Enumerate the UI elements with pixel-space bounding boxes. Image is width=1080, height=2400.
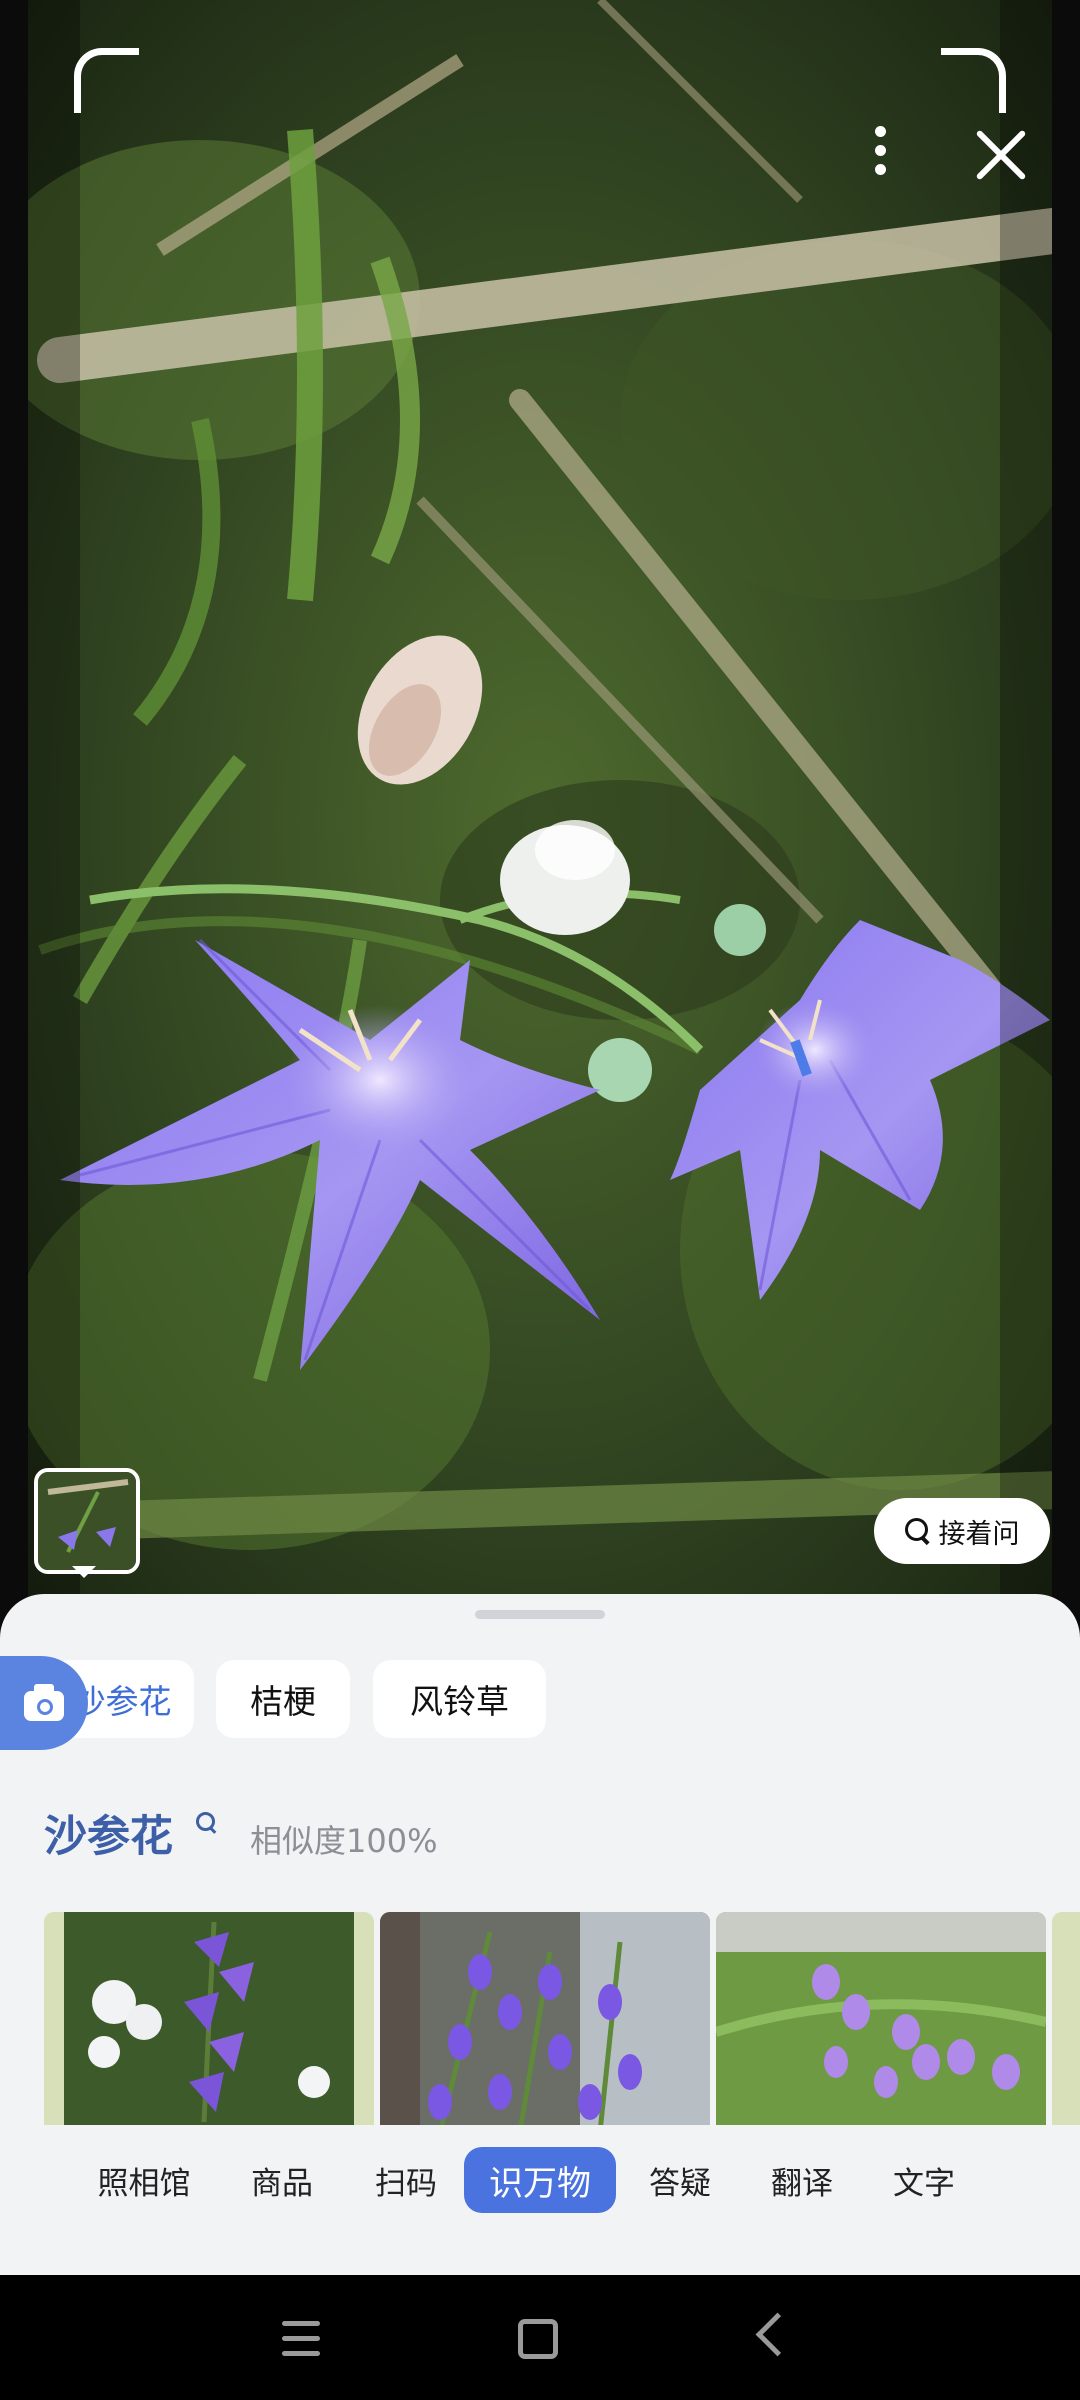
tab-qa[interactable]: 答疑 bbox=[634, 2147, 726, 2213]
tab-translate[interactable]: 翻译 bbox=[756, 2147, 848, 2213]
gallery-image-3 bbox=[716, 1912, 1046, 2125]
crop-corner-top-right[interactable] bbox=[941, 48, 1006, 113]
candidate-chip-label: 桔梗 bbox=[250, 1682, 316, 1721]
letterbox-right bbox=[1052, 0, 1080, 1640]
result-name[interactable]: 沙参花 bbox=[44, 1802, 173, 1864]
back-icon[interactable] bbox=[755, 2312, 800, 2357]
tab-label: 商品 bbox=[251, 2165, 313, 2202]
crop-corner-top-left[interactable] bbox=[74, 48, 139, 113]
tab-label: 文字 bbox=[893, 2165, 955, 2202]
gallery-image[interactable] bbox=[44, 1912, 374, 2125]
gallery-image-1 bbox=[44, 1912, 374, 2125]
gallery-image-partial[interactable] bbox=[1052, 1912, 1080, 2125]
search-icon bbox=[904, 1518, 931, 1544]
gallery-image-2 bbox=[380, 1912, 710, 2125]
tab-identify-everything[interactable]: 识万物 bbox=[464, 2147, 616, 2213]
tab-label: 识万物 bbox=[489, 2163, 591, 2204]
photo-thumbnail[interactable] bbox=[34, 1468, 140, 1574]
home-icon[interactable] bbox=[518, 2319, 558, 2359]
more-vertical-icon[interactable] bbox=[862, 126, 898, 186]
camera-icon bbox=[24, 1684, 64, 1721]
tab-label: 扫码 bbox=[375, 2165, 437, 2202]
close-icon[interactable] bbox=[974, 128, 1028, 182]
candidate-chips: 沙参花 桔梗 风铃草 bbox=[0, 1660, 1080, 1740]
focus-dim-right bbox=[1000, 0, 1052, 1640]
sheet-drag-handle[interactable] bbox=[475, 1610, 605, 1619]
tab-scan-code[interactable]: 扫码 bbox=[360, 2147, 452, 2213]
thumbnail-pointer bbox=[72, 1566, 96, 1578]
similarity-score: 相似度100% bbox=[250, 1822, 438, 1860]
ask-button-label: 接着问 bbox=[938, 1518, 1020, 1550]
focus-dim-left bbox=[28, 0, 80, 1640]
ask-follow-up-button[interactable]: 接着问 bbox=[874, 1498, 1050, 1564]
candidate-chip-fenglingcao[interactable]: 风铃草 bbox=[373, 1660, 546, 1738]
search-icon[interactable] bbox=[196, 1812, 218, 1834]
plant-photo bbox=[0, 0, 1080, 1640]
reference-gallery[interactable] bbox=[44, 1912, 1080, 2125]
gallery-image[interactable] bbox=[716, 1912, 1046, 2125]
system-nav-bar bbox=[0, 2275, 1080, 2400]
candidate-chip-label: 风铃草 bbox=[410, 1682, 509, 1721]
letterbox-left bbox=[0, 0, 28, 1640]
gallery-image[interactable] bbox=[380, 1912, 710, 2125]
tab-label: 答疑 bbox=[649, 2165, 711, 2202]
tab-label: 照相馆 bbox=[97, 2165, 191, 2202]
mode-tabs: 照相馆 商品 扫码 识万物 答疑 翻译 文字 bbox=[0, 2125, 1080, 2275]
tab-label: 翻译 bbox=[771, 2165, 833, 2202]
menu-icon[interactable] bbox=[282, 2321, 320, 2356]
camera-preview[interactable]: 接着问 bbox=[0, 0, 1080, 1640]
thumbnail-image bbox=[38, 1472, 136, 1570]
tab-products[interactable]: 商品 bbox=[236, 2147, 328, 2213]
candidate-chip-jiegeng[interactable]: 桔梗 bbox=[216, 1660, 350, 1738]
tab-text[interactable]: 文字 bbox=[878, 2147, 970, 2213]
result-sheet[interactable]: 沙参花 桔梗 风铃草 沙参花 相似度100% bbox=[0, 1594, 1080, 2125]
tab-photo-studio[interactable]: 照相馆 bbox=[84, 2147, 204, 2213]
